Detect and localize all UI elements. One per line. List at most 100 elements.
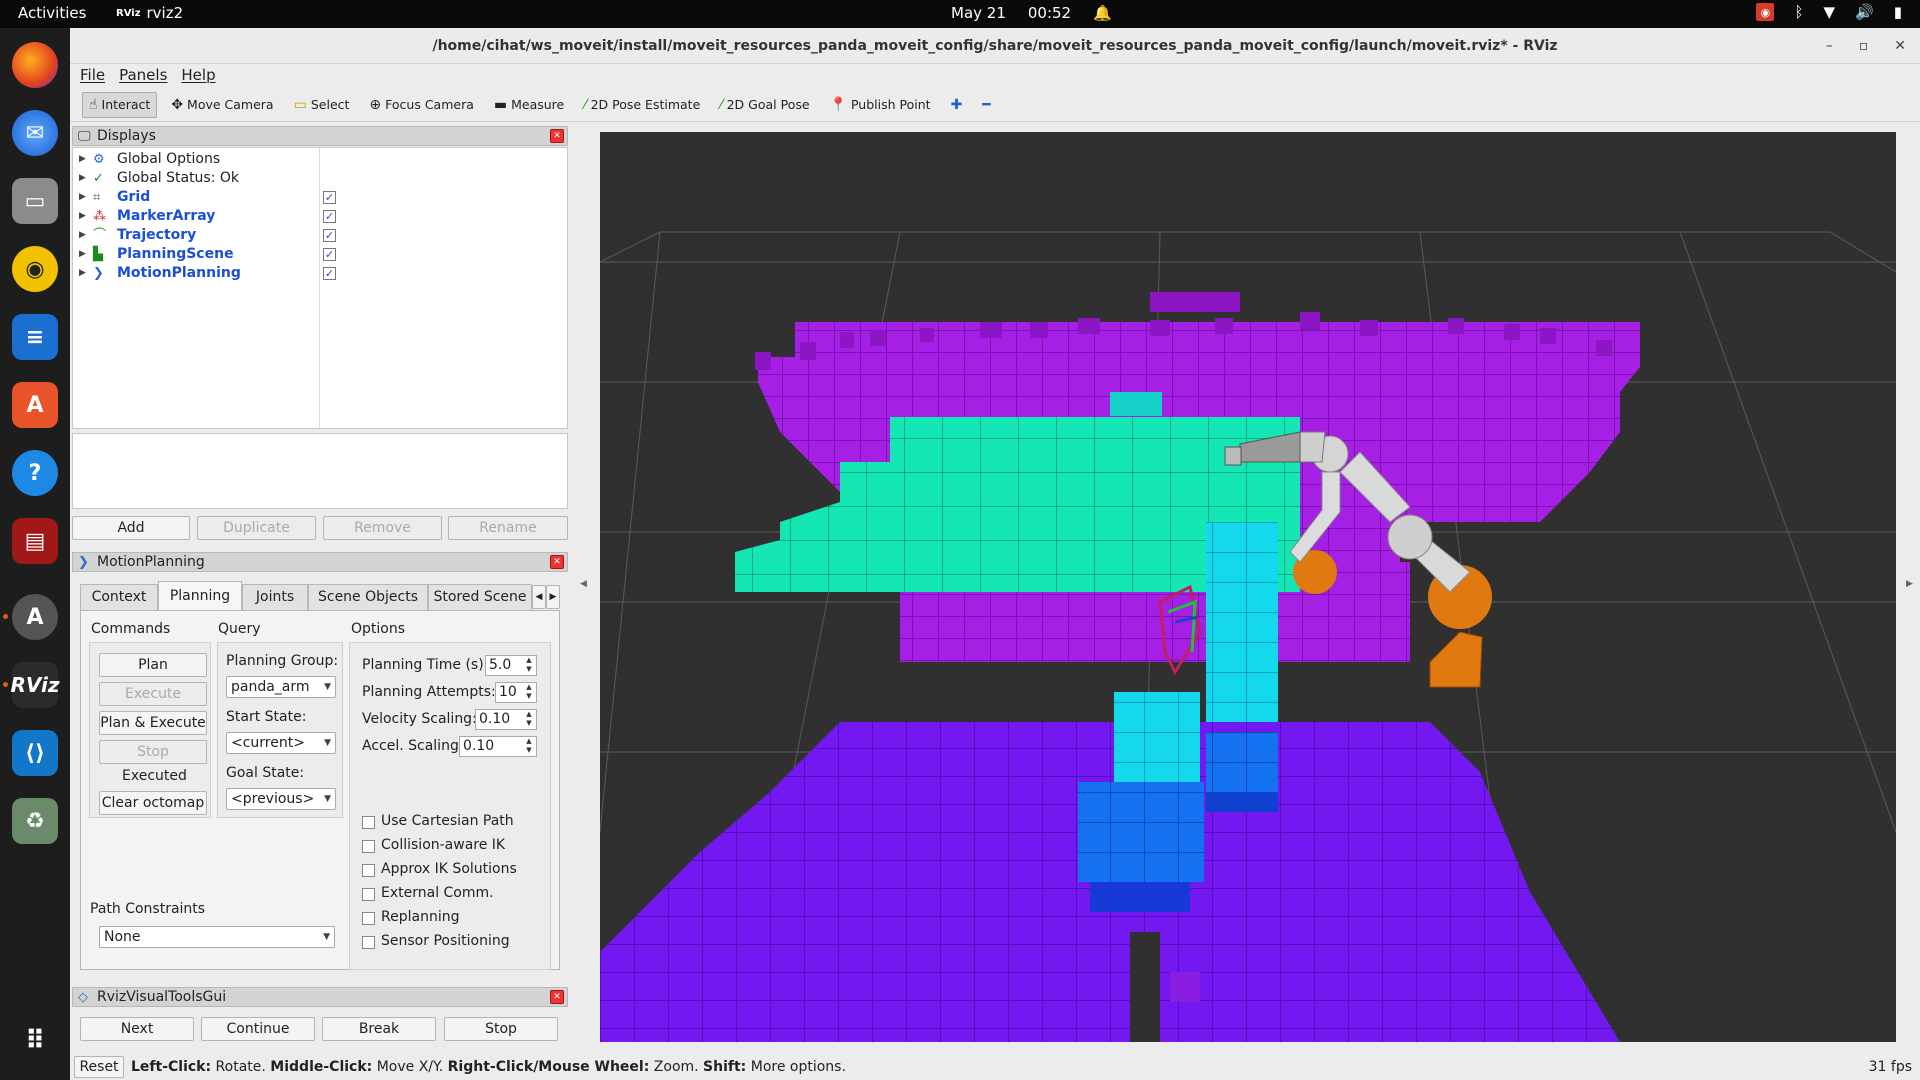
approx-ik-checkbox[interactable] — [362, 864, 375, 877]
expand-arrow-icon[interactable]: ▶ — [79, 207, 86, 226]
tab-planning[interactable]: Planning — [158, 581, 242, 611]
planning-group-select[interactable]: panda_arm ▼ — [226, 676, 336, 698]
clock[interactable]: May 21 00:52 🔔 — [951, 4, 1112, 22]
duplicate-display-button[interactable]: Duplicate — [197, 516, 316, 540]
stepper-arrows-icon[interactable]: ▲ ▼ — [523, 683, 535, 702]
stop-visual-button[interactable]: Stop — [444, 1017, 558, 1041]
close-icon[interactable]: ✕ — [1894, 28, 1906, 64]
reset-button[interactable]: Reset — [74, 1056, 124, 1078]
clear-octomap-button[interactable]: Clear octomap — [99, 791, 207, 815]
collapse-left-icon[interactable]: ◀ — [580, 579, 587, 589]
close-icon[interactable]: ✕ — [550, 990, 564, 1004]
sensor-positioning-checkbox[interactable] — [362, 936, 375, 949]
terminal-icon[interactable]: ▤ — [12, 518, 58, 564]
grid-enabled-checkbox[interactable]: ✓ — [323, 191, 336, 204]
select-tool[interactable]: ▭ Select — [288, 92, 356, 118]
execute-button[interactable]: Execute — [99, 682, 207, 706]
plan-button[interactable]: Plan — [99, 653, 207, 677]
publish-point-tool[interactable]: 📍 Publish Point — [824, 92, 937, 118]
firefox-icon[interactable] — [12, 42, 58, 88]
tree-item-global-status[interactable]: ▶ ✓ Global Status: Ok — [73, 169, 567, 188]
focus-camera-tool[interactable]: ⊕ Focus Camera — [363, 92, 479, 118]
planningscene-enabled-checkbox[interactable]: ✓ — [323, 248, 336, 261]
move-camera-tool[interactable]: ✥ Move Camera — [165, 92, 279, 118]
close-icon[interactable]: ✕ — [550, 555, 564, 569]
stop-button[interactable]: Stop — [99, 740, 207, 764]
expand-arrow-icon[interactable]: ▶ — [79, 245, 86, 264]
tab-stored-scene[interactable]: Stored Scene — [428, 584, 532, 610]
tab-scroll-left-icon[interactable]: ◀ — [532, 585, 546, 609]
collision-aware-ik-checkbox[interactable] — [362, 840, 375, 853]
app-menu[interactable]: RViz rviz2 — [116, 4, 183, 22]
tree-item-global-options[interactable]: ▶ ⚙ Global Options — [73, 150, 567, 169]
maximize-icon[interactable]: ▫ — [1859, 28, 1869, 64]
menu-panels[interactable]: Panels — [119, 64, 167, 86]
tab-context[interactable]: Context — [80, 584, 158, 610]
activities-button[interactable]: Activities — [18, 4, 86, 22]
rename-display-button[interactable]: Rename — [448, 516, 568, 540]
rviz-dock-icon[interactable]: RViz — [10, 662, 60, 708]
expand-arrow-icon[interactable]: ▶ — [79, 264, 86, 283]
measure-tool[interactable]: ▬ Measure — [488, 92, 570, 118]
libreoffice-writer-icon[interactable]: ≡ — [12, 314, 58, 360]
path-constraints-select[interactable]: None ▼ — [99, 926, 335, 948]
remove-display-button[interactable]: Remove — [323, 516, 442, 540]
tree-item-grid[interactable]: ▶ ⌗ Grid ✓ — [73, 188, 567, 207]
stepper-arrows-icon[interactable]: ▲ ▼ — [523, 656, 535, 675]
start-state-select[interactable]: <current> ▼ — [226, 732, 336, 754]
screen-record-icon[interactable]: ◉ — [1756, 3, 1775, 21]
tab-joints[interactable]: Joints — [242, 584, 308, 610]
thunderbird-icon[interactable]: ✉ — [12, 110, 58, 156]
pose-estimate-tool[interactable]: ⁄ 2D Pose Estimate — [578, 92, 706, 118]
tree-item-motionplanning[interactable]: ▶ ❯ MotionPlanning ✓ — [73, 264, 567, 283]
next-button[interactable]: Next — [80, 1017, 194, 1041]
window-titlebar[interactable]: /home/cihat/ws_moveit/install/moveit_res… — [70, 28, 1920, 64]
expand-arrow-icon[interactable]: ▶ — [79, 226, 86, 245]
tree-item-planningscene[interactable]: ▶ ▙ PlanningScene ✓ — [73, 245, 567, 264]
expand-arrow-icon[interactable]: ▶ — [79, 169, 86, 188]
displays-tree[interactable]: ▶ ⚙ Global Options ▶ ✓ Global Status: Ok ▶ ⌗ G… — [72, 147, 568, 429]
stepper-arrows-icon[interactable]: ▲ ▼ — [523, 737, 535, 756]
trajectory-enabled-checkbox[interactable]: ✓ — [323, 229, 336, 242]
add-display-button[interactable]: Add — [72, 516, 190, 540]
render-viewport[interactable] — [600, 132, 1896, 1042]
files-icon[interactable]: ▭ — [12, 178, 58, 224]
stepper-arrows-icon[interactable]: ▲ ▼ — [523, 710, 535, 729]
replanning-checkbox[interactable] — [362, 912, 375, 925]
rhythmbox-icon[interactable]: ◉ — [12, 246, 58, 292]
expand-right-icon[interactable]: ▶ — [1906, 579, 1913, 589]
expand-arrow-icon[interactable]: ▶ — [79, 188, 86, 207]
app-grid-icon[interactable]: ⠿ — [12, 1018, 58, 1064]
menu-help[interactable]: Help — [181, 64, 215, 86]
goal-state-select[interactable]: <previous> ▼ — [226, 788, 336, 810]
menu-file[interactable]: File — [80, 64, 105, 86]
tab-scene-objects[interactable]: Scene Objects — [308, 584, 428, 610]
left-dock-splitter[interactable]: ◀ — [574, 124, 594, 1054]
motionplanning-enabled-checkbox[interactable]: ✓ — [323, 267, 336, 280]
external-comm-checkbox[interactable] — [362, 888, 375, 901]
right-dock-splitter[interactable]: ▶ — [1898, 124, 1920, 1054]
tree-item-markerarray[interactable]: ▶ ⁂ MarkerArray ✓ — [73, 207, 567, 226]
cartesian-path-checkbox[interactable] — [362, 816, 375, 829]
break-button[interactable]: Break — [322, 1017, 436, 1041]
tab-scroll-right-icon[interactable]: ▶ — [546, 585, 560, 609]
software-updater-icon[interactable]: A — [12, 594, 58, 640]
trash-icon[interactable]: ♻ — [12, 798, 58, 844]
markerarray-enabled-checkbox[interactable]: ✓ — [323, 210, 336, 223]
interact-tool[interactable]: ☝ Interact — [82, 91, 158, 118]
planning-attempts-stepper[interactable]: 10 ▲ ▼ — [495, 682, 537, 703]
continue-button[interactable]: Continue — [201, 1017, 315, 1041]
tree-item-trajectory[interactable]: ▶ ⌒ Trajectory ✓ — [73, 226, 567, 245]
expand-arrow-icon[interactable]: ▶ — [79, 150, 86, 169]
goal-pose-tool[interactable]: ⁄ 2D Goal Pose — [714, 92, 815, 118]
system-tray[interactable]: ◉ ᛒ ▼ 🔊 ▮ — [1756, 3, 1902, 21]
remove-tool-button[interactable]: ━ — [976, 92, 996, 118]
planning-time-stepper[interactable]: 5.0 ▲ ▼ — [485, 655, 537, 676]
close-icon[interactable]: ✕ — [550, 129, 564, 143]
vscode-icon[interactable]: ⟨⟩ — [12, 730, 58, 776]
help-icon[interactable]: ? — [12, 450, 58, 496]
velocity-scaling-stepper[interactable]: 0.10 ▲ ▼ — [475, 709, 537, 730]
accel-scaling-stepper[interactable]: 0.10 ▲ ▼ — [459, 736, 537, 757]
minimize-icon[interactable]: – — [1826, 28, 1833, 64]
app-center-icon[interactable]: A — [12, 382, 58, 428]
